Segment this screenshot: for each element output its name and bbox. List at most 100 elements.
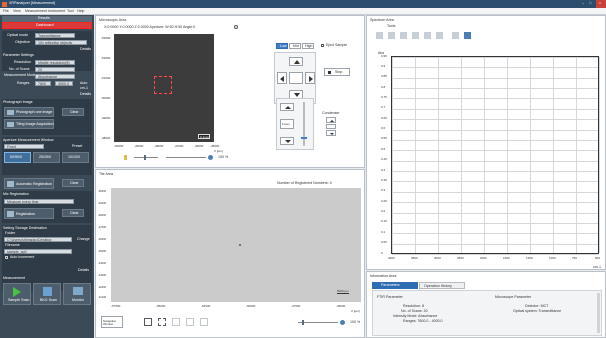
info-tab-parameters[interactable]: Parameters: [372, 282, 418, 289]
scans-field[interactable]: 20: [35, 67, 75, 72]
aperture-select[interactable]: Fixed: [4, 144, 44, 149]
mode-select[interactable]: Absorbance: [35, 74, 75, 79]
folder-field[interactable]: C:\Users\shimadzu\Desktop: [4, 237, 72, 242]
tool-icon-6[interactable]: [436, 32, 443, 39]
tool-icon-3[interactable]: [400, 32, 407, 39]
spectrum-plot[interactable]: [391, 56, 600, 255]
maximize-button[interactable]: □: [589, 1, 591, 6]
condenser-up-button[interactable]: [326, 117, 336, 123]
size-option-3[interactable]: 10/10/0: [62, 152, 89, 163]
filename-field[interactable]: sample_ap0: [4, 249, 72, 254]
menu-tool[interactable]: Tool: [67, 9, 74, 14]
registration-button[interactable]: Registration: [4, 208, 54, 219]
tile-y-tick: -43000: [98, 274, 107, 277]
change-button[interactable]: Change: [77, 237, 90, 242]
brightness-slider-thumb[interactable]: [144, 155, 146, 160]
tool-icon-5[interactable]: [424, 32, 431, 39]
x-tick: -47000: [174, 144, 184, 148]
stage-up-button[interactable]: [289, 57, 303, 66]
focus-slider[interactable]: [303, 102, 305, 146]
tool-icon-8[interactable]: [464, 32, 471, 39]
spectrum-y-tick: 0.95: [381, 53, 387, 58]
auto-registration-button[interactable]: Automatic Registration: [4, 178, 54, 189]
spectrum-y-tick: 0.1: [381, 229, 386, 234]
mag-mid-button[interactable]: Mid: [289, 43, 301, 49]
tile-zoom-slider[interactable]: [298, 322, 338, 323]
info-tab-history[interactable]: Operation History: [419, 282, 465, 289]
navigation-window-button[interactable]: Navigation Window: [101, 316, 123, 328]
ranges-to[interactable]: 4000.0: [55, 81, 73, 86]
close-button[interactable]: ×: [596, 0, 606, 8]
focus-up-button[interactable]: [280, 103, 294, 111]
auto-increment-checkbox[interactable]: [5, 256, 8, 259]
clear-registration-button[interactable]: Clear: [62, 209, 84, 217]
details-button-2[interactable]: Details: [80, 92, 91, 97]
fit-view-icon[interactable]: [144, 318, 152, 326]
spectrum-xlabel: cm-1: [593, 265, 601, 269]
tool-icon-7[interactable]: [452, 32, 459, 39]
stage-right-button[interactable]: [305, 72, 315, 84]
aperture-marker[interactable]: [154, 76, 172, 94]
micro-select[interactable]: Measure every time: [4, 199, 74, 204]
menu-help[interactable]: Help: [77, 9, 84, 14]
brightness-slider[interactable]: [134, 157, 158, 158]
tiling-button[interactable]: Tiling Image Acquisition: [4, 119, 54, 129]
tool-icon-2[interactable]: [388, 32, 395, 39]
eject-sample-button[interactable]: Eject Sample: [320, 43, 352, 49]
size-option-2[interactable]: 25/25/0: [33, 152, 60, 163]
bkg-scan-button[interactable]: BKG Scan: [33, 283, 61, 305]
lamp-icon[interactable]: [124, 155, 127, 160]
spectrum-gridline-v: [415, 57, 416, 253]
tile-zoom-in-icon[interactable]: [340, 320, 345, 325]
microscope-header: Microscope Parameter: [495, 295, 532, 299]
clear-photo-button[interactable]: Clear: [62, 108, 84, 116]
gear-icon[interactable]: [234, 25, 238, 29]
condenser-value[interactable]: [326, 124, 336, 129]
ranges-from[interactable]: 7800: [35, 81, 51, 86]
camera-view[interactable]: 0.1mm: [114, 34, 214, 142]
resolution-select[interactable]: Middle resolution(8): [35, 60, 75, 65]
details-button[interactable]: Details: [80, 47, 91, 52]
stage-center-button[interactable]: [289, 72, 303, 84]
tool-icon-1[interactable]: [376, 32, 383, 39]
zoom-in-icon[interactable]: [208, 155, 213, 160]
focus-auto-button[interactable]: Focus: [280, 119, 294, 129]
minimize-button[interactable]: –: [582, 1, 584, 6]
monitor-button[interactable]: Monitor: [63, 283, 91, 305]
mag-low-button[interactable]: Low: [276, 43, 288, 49]
y-tick: -49000: [101, 116, 111, 120]
objective-select[interactable]: 10x reflective objectiv: [35, 40, 87, 45]
clear-selection-icon[interactable]: [200, 318, 208, 326]
clear-auto-button[interactable]: Clear: [62, 179, 84, 187]
menu-instrument[interactable]: Instrument: [48, 9, 65, 14]
mag-high-button[interactable]: High: [302, 43, 314, 49]
stop-button[interactable]: Stop: [324, 68, 350, 76]
tile-zoom-thumb[interactable]: [302, 320, 304, 325]
photograph-button[interactable]: Photograph one image: [4, 107, 54, 117]
ranges-label: Ranges: [17, 81, 30, 85]
menu-file[interactable]: File: [3, 9, 9, 14]
dashboard-tab[interactable]: Dashboard: [2, 22, 92, 29]
stage-left-button[interactable]: [277, 72, 287, 84]
tile-y-tick: -46000: [98, 238, 107, 241]
menu-measurement[interactable]: Measurement: [25, 9, 47, 14]
remove-all-icon[interactable]: [186, 318, 194, 326]
menu-view[interactable]: View: [13, 9, 21, 14]
arrow-right-icon: [309, 76, 313, 82]
info-scrollbar[interactable]: [597, 293, 600, 333]
select-area-icon[interactable]: [158, 318, 166, 326]
focus-slider-thumb[interactable]: [301, 137, 307, 139]
tile-canvas[interactable]: 5000 µm: [111, 188, 361, 302]
focus-down-button[interactable]: [280, 137, 294, 145]
sample-scan-button[interactable]: Sample Scan: [3, 283, 31, 305]
details-button-3[interactable]: Details: [78, 268, 89, 273]
condenser-down-button[interactable]: [326, 130, 336, 136]
zoom-slider[interactable]: [166, 157, 206, 158]
optical-mode-select[interactable]: Transmittance: [35, 33, 75, 38]
tool-icon-4[interactable]: [412, 32, 419, 39]
microscopic-title: Microscopic Area: [99, 18, 127, 22]
size-option-1[interactable]: 50/50/0: [4, 152, 31, 163]
y-tick: -51000: [101, 76, 111, 80]
spectrum-y-tick: 0.4: [381, 167, 386, 172]
remove-tiles-icon[interactable]: [172, 318, 180, 326]
